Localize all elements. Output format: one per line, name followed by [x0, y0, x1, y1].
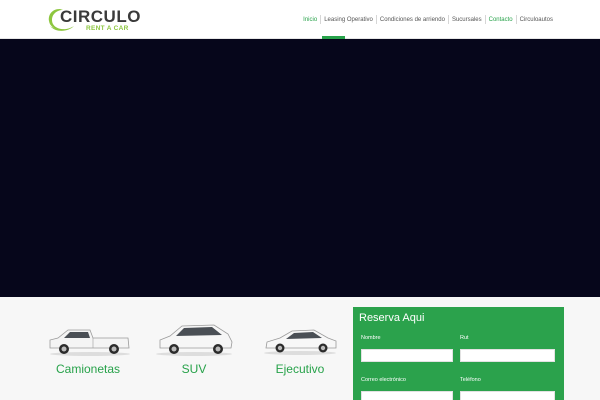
nav-item-contacto[interactable]: Contacto: [486, 16, 516, 24]
main-nav: Inicio Leasing Operativo Condiciones de …: [300, 15, 556, 24]
site-header: CIRCULO RENT A CAR Inicio Leasing Operat…: [0, 0, 600, 39]
email-label: Correo electrónico: [361, 377, 406, 383]
telefono-field[interactable]: [460, 391, 555, 400]
category-card-suv[interactable]: SUV: [144, 318, 244, 398]
brand-name: CIRCULO: [60, 7, 141, 26]
nav-item-inicio[interactable]: Inicio: [300, 16, 320, 24]
rut-field[interactable]: [460, 349, 555, 362]
category-card-camionetas[interactable]: Camionetas: [38, 318, 138, 398]
nav-item-circuloautos[interactable]: Circuloautos: [517, 16, 556, 24]
sedan-icon: [264, 329, 337, 355]
email-field[interactable]: [361, 391, 453, 400]
nav-item-condiciones-de-arriendo[interactable]: Condiciones de arriendo: [377, 16, 448, 24]
brand-logo[interactable]: CIRCULO RENT A CAR: [46, 6, 140, 34]
category-label: SUV: [181, 362, 207, 376]
nombre-label: Nombre: [361, 335, 381, 341]
page: CIRCULO RENT A CAR Inicio Leasing Operat…: [0, 0, 600, 400]
nav-item-leasing-operativo[interactable]: Leasing Operativo: [321, 16, 376, 24]
nombre-field[interactable]: [361, 349, 453, 362]
suv-icon: [156, 324, 233, 356]
rut-label: Rut: [460, 335, 469, 341]
nav-item-sucursales[interactable]: Sucursales: [449, 16, 485, 24]
booking-form: Reserva Aqui Nombre Rut Correo electróni…: [353, 307, 564, 400]
category-label: Camionetas: [55, 362, 121, 376]
telefono-label: Teléfono: [460, 377, 481, 383]
hero-banner: [0, 39, 600, 297]
category-card-ejecutivo[interactable]: Ejecutivo: [250, 318, 350, 398]
category-label: Ejecutivo: [275, 362, 325, 376]
booking-title: Reserva Aqui: [359, 312, 425, 324]
brand-tagline: RENT A CAR: [86, 25, 129, 32]
pickup-truck-icon: [49, 329, 130, 356]
